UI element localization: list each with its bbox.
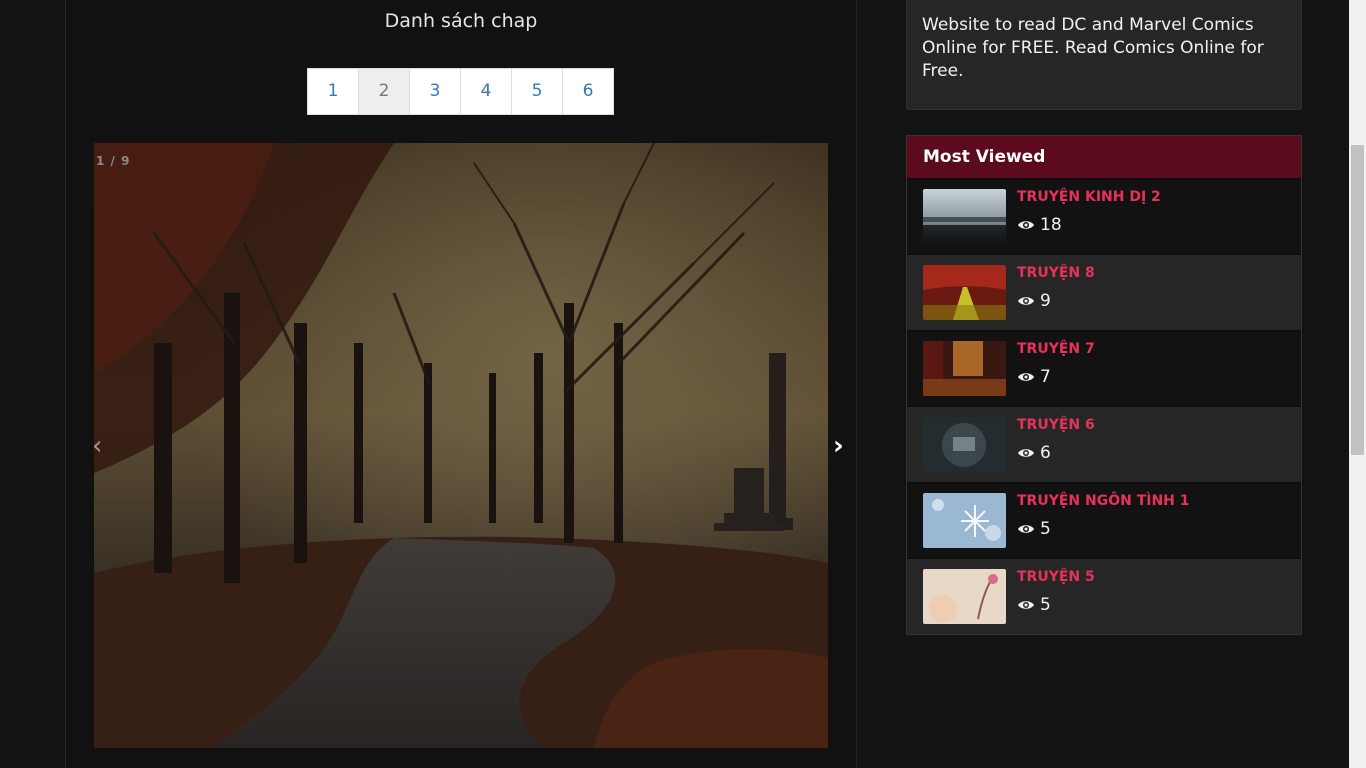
comic-thumbnail[interactable] bbox=[923, 569, 1006, 624]
comic-thumbnail[interactable] bbox=[923, 417, 1006, 472]
view-count-value: 6 bbox=[1040, 443, 1051, 463]
most-viewed-item: TRUYỆN 5 5 bbox=[907, 558, 1301, 634]
comic-title-link[interactable]: TRUYỆN 6 bbox=[1017, 417, 1095, 433]
comic-thumbnail[interactable] bbox=[923, 265, 1006, 320]
page-button-4[interactable]: 4 bbox=[460, 69, 511, 114]
view-count-value: 5 bbox=[1040, 519, 1051, 539]
eye-icon bbox=[1018, 297, 1034, 305]
eye-icon bbox=[1018, 449, 1034, 457]
comic-title-link[interactable]: TRUYỆN 5 bbox=[1017, 569, 1095, 585]
eye-icon bbox=[1018, 601, 1034, 609]
chapter-pagination: 1 2 3 4 5 6 bbox=[307, 68, 614, 115]
view-count: 18 bbox=[1017, 215, 1062, 235]
comic-thumbnail[interactable] bbox=[923, 189, 1006, 244]
view-count-value: 5 bbox=[1040, 595, 1051, 615]
about-text: Website to read DC and Marvel Comics Onl… bbox=[922, 15, 1264, 81]
page-button-6[interactable]: 6 bbox=[562, 69, 613, 114]
image-slider: 1 / 9 ‹ bbox=[94, 143, 828, 748]
comic-title-link[interactable]: TRUYỆN NGÔN TÌNH 1 bbox=[1017, 493, 1190, 509]
view-count-value: 7 bbox=[1040, 367, 1051, 387]
most-viewed-header: Most Viewed bbox=[907, 136, 1301, 178]
page-scrollbar[interactable] bbox=[1349, 0, 1366, 768]
view-count: 5 bbox=[1017, 595, 1051, 615]
page-button-2[interactable]: 2 bbox=[358, 69, 409, 114]
chapter-list-title: Danh sách chap bbox=[384, 10, 538, 32]
comic-title-link[interactable]: TRUYỆN 8 bbox=[1017, 265, 1095, 281]
most-viewed-item: TRUYỆN KINH DỊ 2 18 bbox=[907, 178, 1301, 254]
page-button-1[interactable]: 1 bbox=[308, 69, 358, 114]
view-count-value: 9 bbox=[1040, 291, 1051, 311]
most-viewed-item: TRUYỆN 8 9 bbox=[907, 254, 1301, 330]
comic-thumbnail[interactable] bbox=[923, 341, 1006, 396]
comic-title-link[interactable]: TRUYỆN KINH DỊ 2 bbox=[1017, 189, 1161, 205]
page-button-5[interactable]: 5 bbox=[511, 69, 562, 114]
most-viewed-panel: Most Viewed TRUYỆN KINH DỊ 2 18 TRUYỆN 8… bbox=[906, 135, 1302, 635]
slide-image bbox=[94, 143, 828, 748]
prev-slide-arrow[interactable]: ‹ bbox=[94, 433, 102, 459]
most-viewed-item: TRUYỆN 7 7 bbox=[907, 330, 1301, 406]
eye-icon bbox=[1018, 373, 1034, 381]
view-count: 7 bbox=[1017, 367, 1051, 387]
eye-icon bbox=[1018, 221, 1034, 229]
view-count: 9 bbox=[1017, 291, 1051, 311]
page-button-3[interactable]: 3 bbox=[409, 69, 460, 114]
next-slide-arrow[interactable]: › bbox=[833, 433, 874, 459]
eye-icon bbox=[1018, 525, 1034, 533]
slide-counter: 1 / 9 bbox=[96, 154, 131, 168]
about-box: Website to read DC and Marvel Comics Onl… bbox=[906, 0, 1302, 110]
view-count-value: 18 bbox=[1040, 215, 1062, 235]
view-count: 5 bbox=[1017, 519, 1051, 539]
most-viewed-item: TRUYỆN NGÔN TÌNH 1 5 bbox=[907, 482, 1301, 558]
main-content: Danh sách chap 1 2 3 4 5 6 1 / 9 › bbox=[65, 0, 857, 768]
comic-thumbnail[interactable] bbox=[923, 493, 1006, 548]
comic-title-link[interactable]: TRUYỆN 7 bbox=[1017, 341, 1095, 357]
view-count: 6 bbox=[1017, 443, 1051, 463]
scrollbar-thumb[interactable] bbox=[1351, 145, 1364, 455]
most-viewed-item: TRUYỆN 6 6 bbox=[907, 406, 1301, 482]
